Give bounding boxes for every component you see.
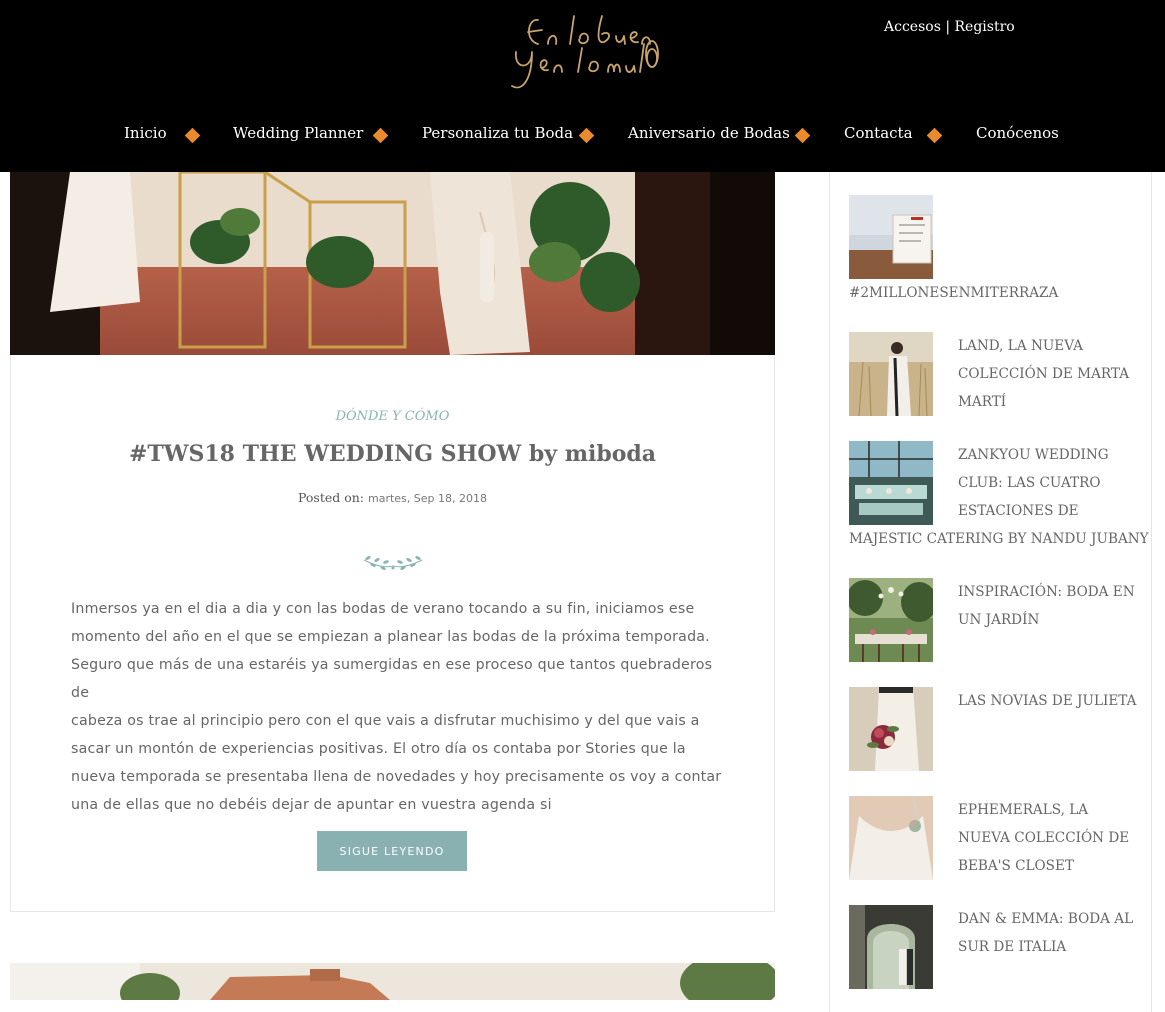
nav-item-wedding-planner[interactable]: Wedding Planner <box>233 124 363 142</box>
nav-item-contacta[interactable]: Contacta <box>844 124 913 142</box>
banquet-tables-photo <box>849 441 933 525</box>
bride-with-bouquet-photo <box>849 687 933 771</box>
sidebar-post-thumbnail[interactable] <box>849 796 933 880</box>
sidebar-post-title[interactable]: #2MILLONESENMITERRAZA <box>849 279 1149 307</box>
post-card: DÓNDE Y CÓMO #TWS18 THE WEDDING SHOW by … <box>10 355 775 912</box>
excerpt-line: sacar un montón de experiencias positiva… <box>71 741 686 757</box>
excerpt-line: Inmersos ya en el dia a dia y con las bo… <box>71 601 695 617</box>
sidebar-post-title-line[interactable]: MAJESTIC CATERING BY NANDU JUBANY <box>849 525 1149 553</box>
nav-separator-diamond-icon <box>794 127 811 144</box>
sidebar-post-title[interactable]: LAND, LA NUEVA COLECCIÓN DE MARTA MARTÍ <box>958 332 1138 416</box>
sidebar-post-thumbnail[interactable] <box>849 332 933 416</box>
bridal-dress-detail-photo <box>849 796 933 880</box>
read-more-button[interactable]: SIGUE LEYENDO <box>317 831 467 871</box>
site-header: Accesos | Registro Inicio Wedding Planne… <box>0 0 1165 172</box>
site-logo[interactable] <box>498 10 668 95</box>
nav-item-conocenos[interactable]: Conócenos <box>976 124 1059 142</box>
sidebar-post-title[interactable]: LAS NOVIAS DE JULIETA <box>958 687 1138 715</box>
post-title[interactable]: #TWS18 THE WEDDING SHOW by miboda <box>11 441 774 467</box>
nav-separator-diamond-icon <box>926 127 943 144</box>
excerpt-line: cabeza os trae al principio pero con el … <box>71 713 700 729</box>
posted-on-label: Posted on: <box>297 490 365 505</box>
nav-item-personaliza-tu-boda[interactable]: Personaliza tu Boda <box>422 124 573 142</box>
sidebar-post-title-line[interactable]: ZANKYOU WEDDING <box>958 441 1138 469</box>
account-separator: | <box>945 19 951 35</box>
sidebar-post-title[interactable]: INSPIRACIÓN: BODA EN UN JARDÍN <box>958 578 1138 634</box>
excerpt-line: nueva temporada se presentaba llena de n… <box>71 769 722 785</box>
sidebar-post[interactable]: LAS NOVIAS DE JULIETA <box>849 687 1136 771</box>
sidebar-post-title[interactable]: EPHEMERALS, LA NUEVA COLECCIÓN DE BEBA'S… <box>958 796 1138 880</box>
bride-in-field-photo <box>849 332 933 416</box>
sidebar: #2MILLONESENMITERRAZA LAND, LA NUEVA COL… <box>829 172 1152 1012</box>
post-featured-image[interactable] <box>10 172 775 355</box>
sidebar-post[interactable]: EPHEMERALS, LA NUEVA COLECCIÓN DE BEBA'S… <box>849 796 1131 880</box>
excerpt-line: una de ellas que no debéis dejar de apun… <box>71 797 552 813</box>
garden-wedding-photo <box>849 578 933 662</box>
bridal-showroom-photo <box>10 172 775 355</box>
terrace-menu-photo <box>849 195 933 279</box>
nav-separator-diamond-icon <box>184 127 201 144</box>
sidebar-post-title-line[interactable]: CLUB: LAS CUATRO <box>958 469 1138 497</box>
leaf-ornament-icon <box>360 552 426 574</box>
post-date: martes, Sep 18, 2018 <box>368 492 487 505</box>
sidebar-post-thumbnail[interactable] <box>849 441 933 525</box>
sidebar-post-thumbnail[interactable] <box>849 687 933 771</box>
sidebar-post[interactable]: LAND, LA NUEVA COLECCIÓN DE MARTA MARTÍ <box>849 332 1131 416</box>
villa-photo <box>10 963 775 1000</box>
couple-archway-photo <box>849 905 933 989</box>
sidebar-post-title-line[interactable]: ESTACIONES DE <box>958 497 1138 525</box>
next-post-image[interactable] <box>10 963 775 1000</box>
post-category[interactable]: DÓNDE Y CÓMO <box>11 409 774 424</box>
register-link[interactable]: Registro <box>955 19 1015 35</box>
excerpt-line: momento del año en el que se empiezan a … <box>71 629 710 645</box>
nav-separator-diamond-icon <box>372 127 389 144</box>
main-nav: Inicio Wedding Planner Personaliza tu Bo… <box>0 124 1165 148</box>
sidebar-post[interactable]: INSPIRACIÓN: BODA EN UN JARDÍN <box>849 578 1135 662</box>
sidebar-post-thumbnail[interactable] <box>849 905 933 989</box>
nav-item-inicio[interactable]: Inicio <box>124 124 167 142</box>
sidebar-post[interactable]: ZANKYOU WEDDING CLUB: LAS CUATRO ESTACIO… <box>849 441 1149 553</box>
login-link[interactable]: Accesos <box>884 19 941 35</box>
sidebar-post-thumbnail[interactable] <box>849 578 933 662</box>
sidebar-post[interactable]: DAN & EMMA: BODA AL SUR DE ITALIA <box>849 905 1133 989</box>
sidebar-post-title[interactable]: DAN & EMMA: BODA AL SUR DE ITALIA <box>958 905 1138 961</box>
post-meta: Posted on: martes, Sep 18, 2018 <box>11 490 774 505</box>
excerpt-line: Seguro que más de una estaréis ya sumerg… <box>71 657 713 701</box>
sidebar-post[interactable]: #2MILLONESENMITERRAZA <box>849 195 1131 305</box>
account-links: Accesos | Registro <box>884 19 1015 35</box>
nav-separator-diamond-icon <box>578 127 595 144</box>
logo-script-image <box>511 15 659 89</box>
post-excerpt: Inmersos ya en el dia a dia y con las bo… <box>71 595 731 819</box>
nav-item-aniversario-de-bodas[interactable]: Aniversario de Bodas <box>628 124 790 142</box>
sidebar-post-thumbnail[interactable] <box>849 195 933 279</box>
